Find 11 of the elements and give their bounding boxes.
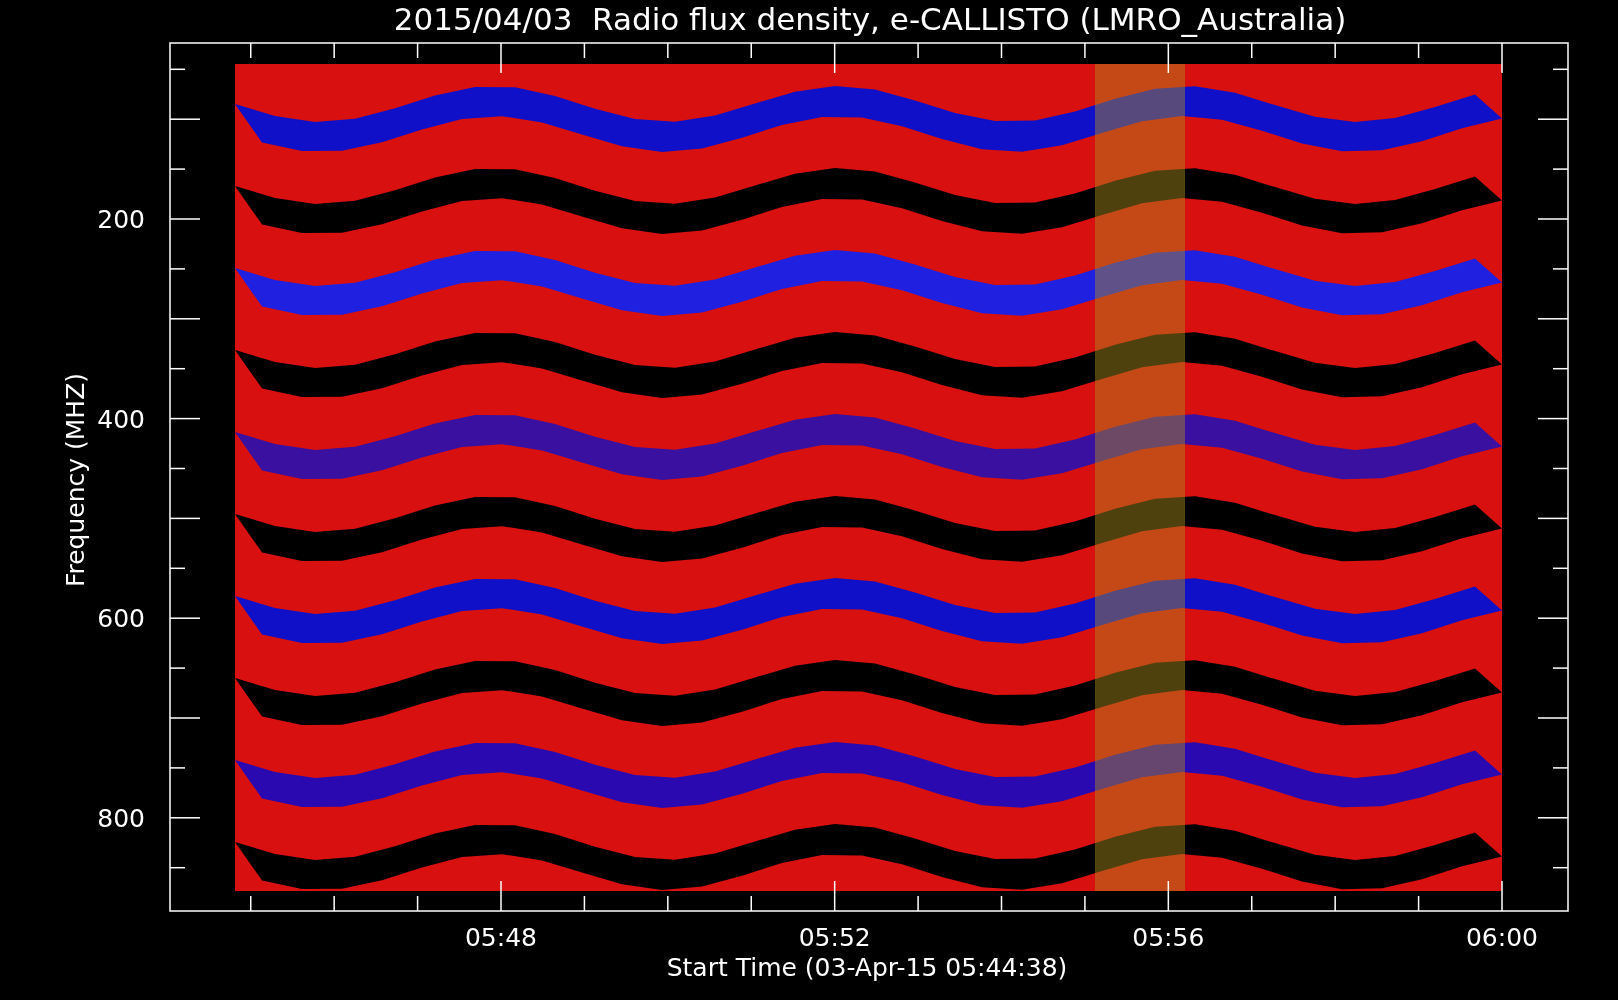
y-axis-tick-label: 800	[97, 803, 145, 833]
y-axis-tick-label: 600	[97, 604, 145, 634]
chart-title: 2015/04/03 Radio flux density, e-CALLISTO (LMRO_Australia)	[393, 1, 1347, 37]
y-axis-title: Frequency (MHZ)	[61, 372, 90, 588]
x-axis-tick-label: 05:48	[465, 923, 537, 952]
x-axis-tick-label: 05:52	[798, 923, 871, 952]
y-axis-tick-label: 200	[97, 205, 145, 234]
y-axis-tick-label: 400	[97, 404, 145, 434]
x-axis-tick-label: 05:56	[1132, 923, 1205, 952]
x-axis-title: Start Time (03-Apr-15 05:44:38)	[666, 953, 1068, 982]
x-axis-tick-label: 06:00	[1466, 923, 1538, 952]
